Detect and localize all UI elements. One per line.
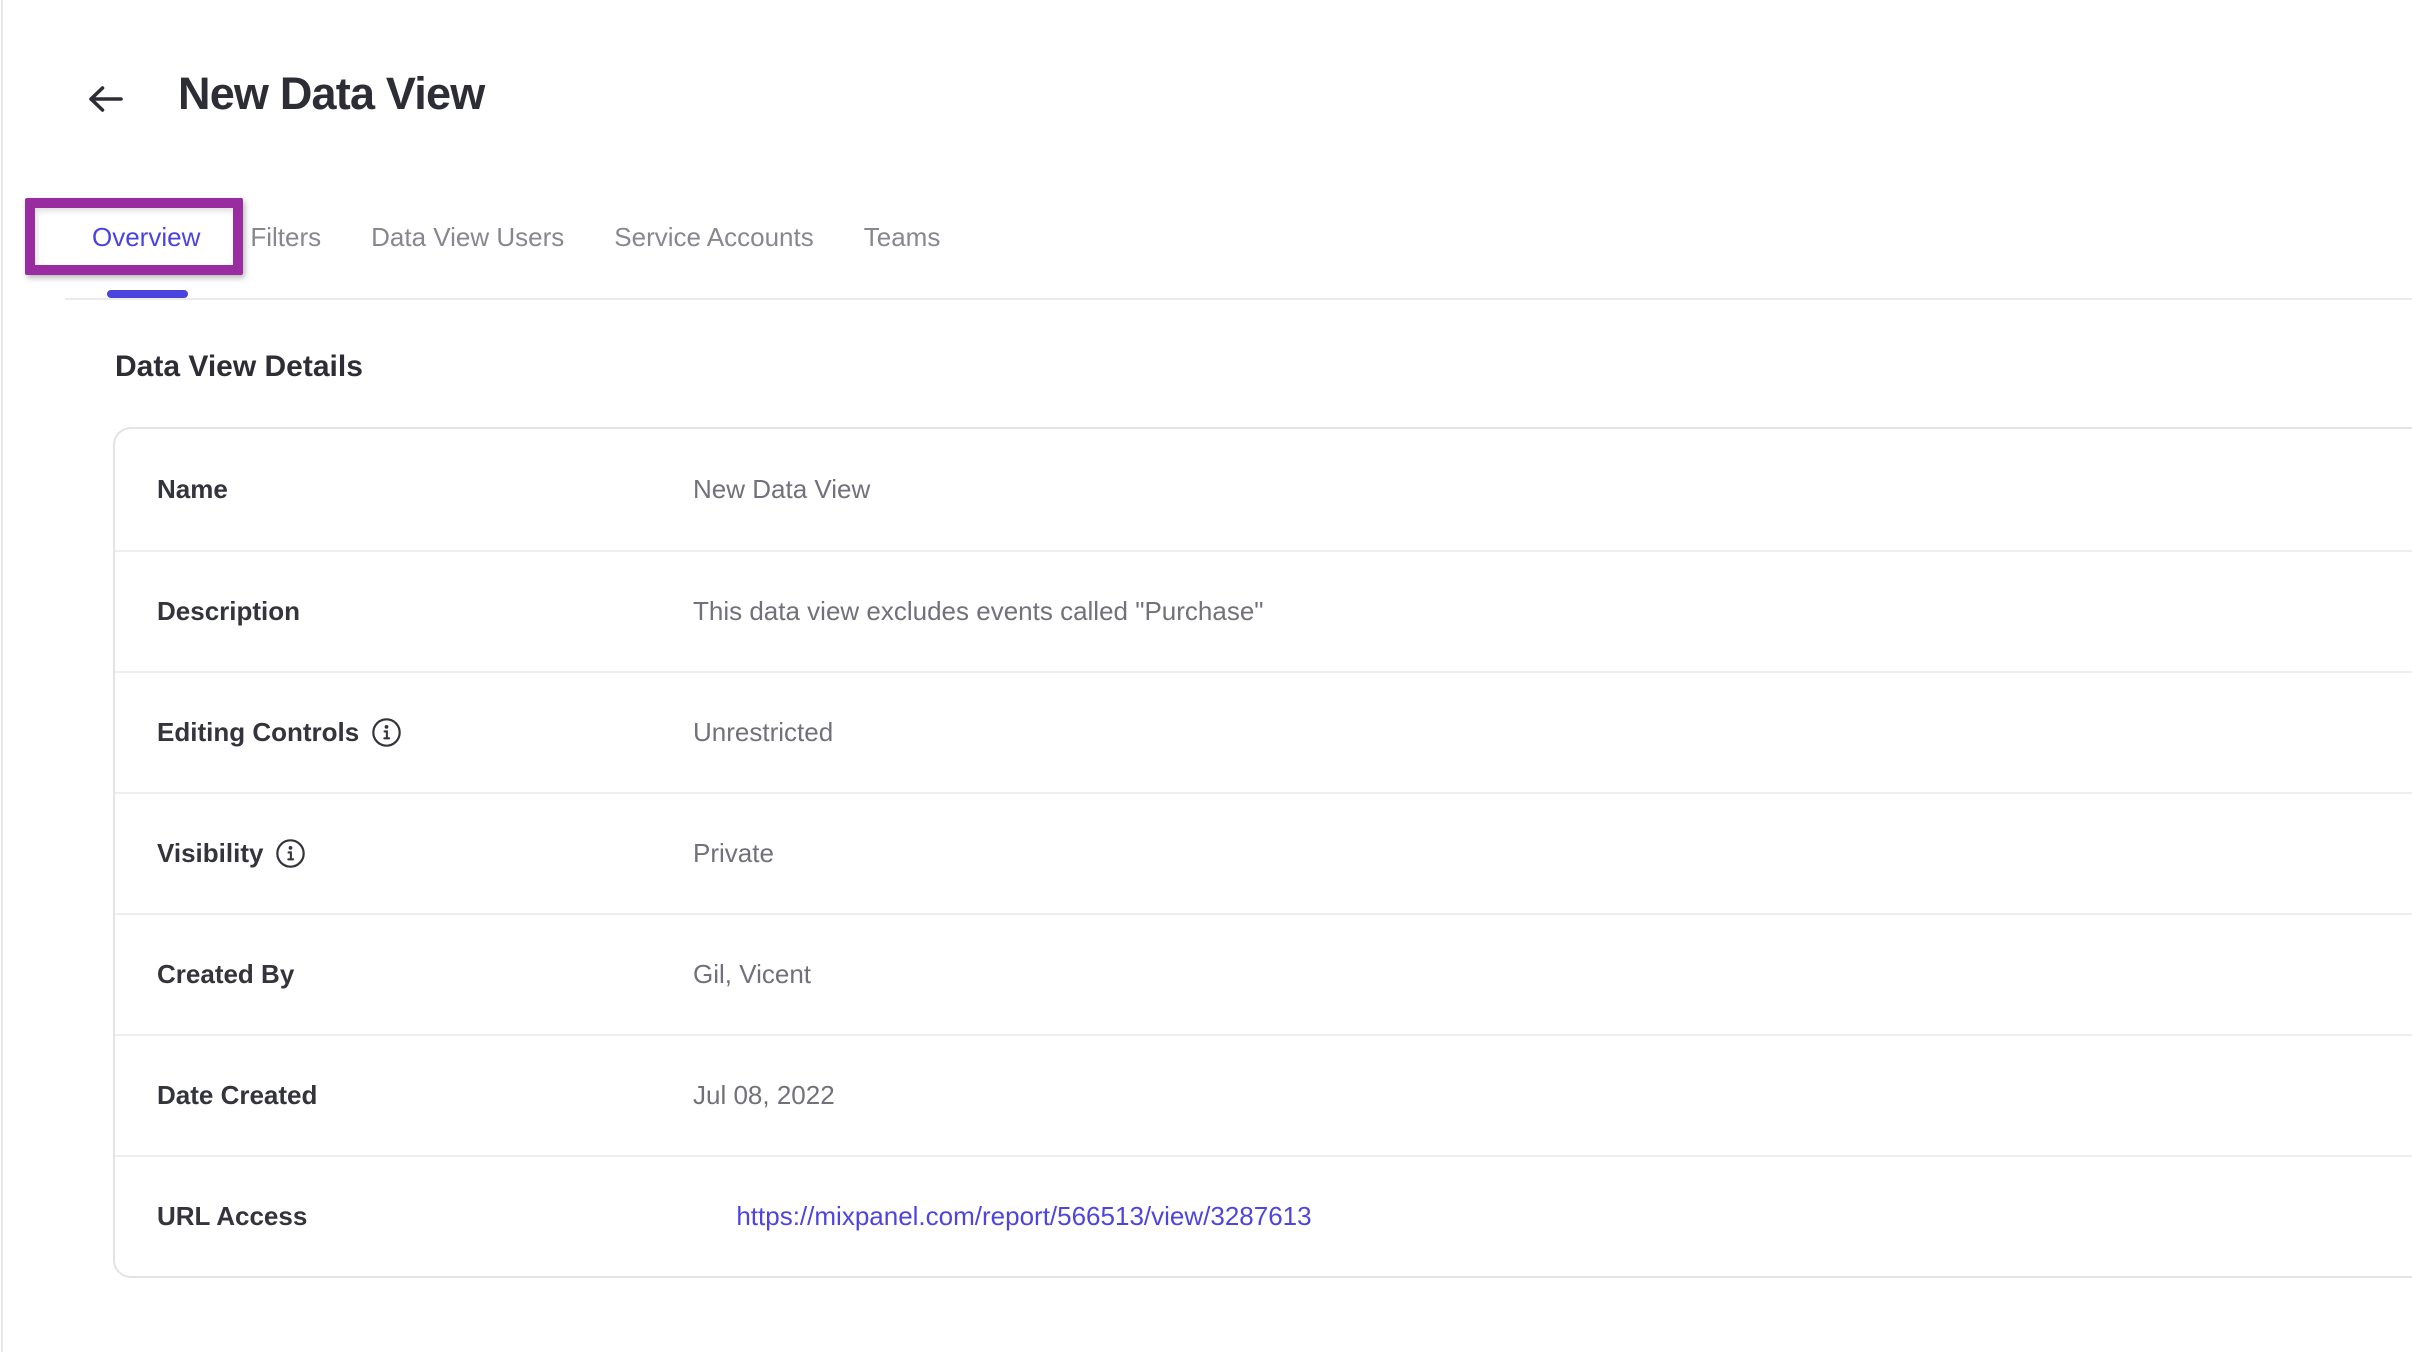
page-title: New Data View (178, 68, 484, 120)
tab-filters[interactable]: Filters (250, 221, 321, 253)
info-icon[interactable] (371, 717, 402, 748)
row-label-editing-controls: Editing Controls (157, 717, 359, 748)
table-row: Editing Controls Unrestricted (115, 671, 2412, 792)
table-row: Description This data view excludes even… (115, 550, 2412, 671)
row-label-description: Description (157, 596, 300, 627)
row-value-created-by: Gil, Vicent (693, 959, 811, 990)
table-row: Created By Gil, Vicent (115, 913, 2412, 1034)
tab-service-accounts[interactable]: Service Accounts (614, 221, 813, 253)
tab-data-view-users[interactable]: Data View Users (371, 221, 564, 253)
section-heading: Data View Details (115, 350, 363, 384)
row-value-visibility: Private (693, 838, 774, 869)
info-icon[interactable] (275, 838, 306, 869)
row-label-created-by: Created By (157, 959, 294, 990)
url-access-link[interactable]: https://mixpanel.com/report/566513/view/… (736, 1201, 1311, 1231)
tab-bar: Overview Filters Data View Users Service… (92, 221, 940, 253)
table-row: Date Created Jul 08, 2022 (115, 1034, 2412, 1155)
page-left-border (1, 0, 3, 1352)
table-row: URL Access https://mixpanel.com/report/5… (115, 1155, 2412, 1276)
row-label-name: Name (157, 474, 228, 505)
arrow-left-icon (83, 107, 127, 122)
data-view-settings-page: { "header": { "title": "New Data View", … (0, 0, 2412, 1352)
tabs-divider (65, 298, 2412, 300)
row-value-description: This data view excludes events called "P… (693, 596, 1264, 627)
row-label-date-created: Date Created (157, 1080, 317, 1111)
row-value-date-created: Jul 08, 2022 (693, 1080, 835, 1111)
tab-overview[interactable]: Overview (92, 221, 200, 253)
row-label-visibility: Visibility (157, 838, 263, 869)
data-view-details-card: Name New Data View Description This data… (113, 427, 2412, 1278)
row-label-url-access: URL Access (157, 1201, 307, 1232)
tab-teams[interactable]: Teams (864, 221, 941, 253)
table-row: Visibility Private (115, 792, 2412, 913)
back-button[interactable] (83, 79, 127, 119)
row-value-name: New Data View (693, 474, 870, 505)
row-value-editing-controls: Unrestricted (693, 717, 833, 748)
table-row: Name New Data View (115, 429, 2412, 550)
active-tab-indicator (107, 290, 188, 298)
